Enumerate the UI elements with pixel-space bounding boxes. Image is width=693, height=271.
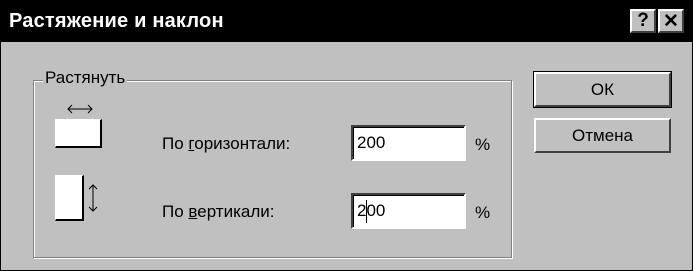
ok-button[interactable]: ОК [533,71,672,108]
dialog-title: Растяжение и наклон [9,10,224,32]
horizontal-percent-unit: % [475,135,491,154]
vertical-percent-unit: % [475,203,491,222]
horizontal-percent-input[interactable]: 200 [351,125,466,161]
stretch-skew-dialog: Растяжение и наклон ? ✕ Растянуть По гор… [0,0,693,271]
close-icon: ✕ [663,10,679,32]
vertical-percent-input[interactable]: 200 [351,193,466,229]
horizontal-label: По горизонтали: [162,134,291,153]
ok-button-label: ОК [590,79,615,99]
cancel-button-label: Отмена [572,125,633,145]
text-caret [366,200,367,223]
stretch-group-legend: Растянуть [43,68,128,88]
cancel-button[interactable]: Отмена [534,118,671,153]
help-button[interactable]: ? [630,9,656,33]
vertical-stretch-icon [55,175,105,223]
title-bar[interactable]: Растяжение и наклон ? ✕ [1,1,692,42]
stretch-groupbox [33,80,512,258]
vertical-label: По вертикали: [162,202,275,221]
horizontal-stretch-icon [55,103,103,149]
close-button[interactable]: ✕ [658,9,684,33]
help-icon: ? [637,10,649,31]
vertical-mnemonic: в [188,202,198,221]
